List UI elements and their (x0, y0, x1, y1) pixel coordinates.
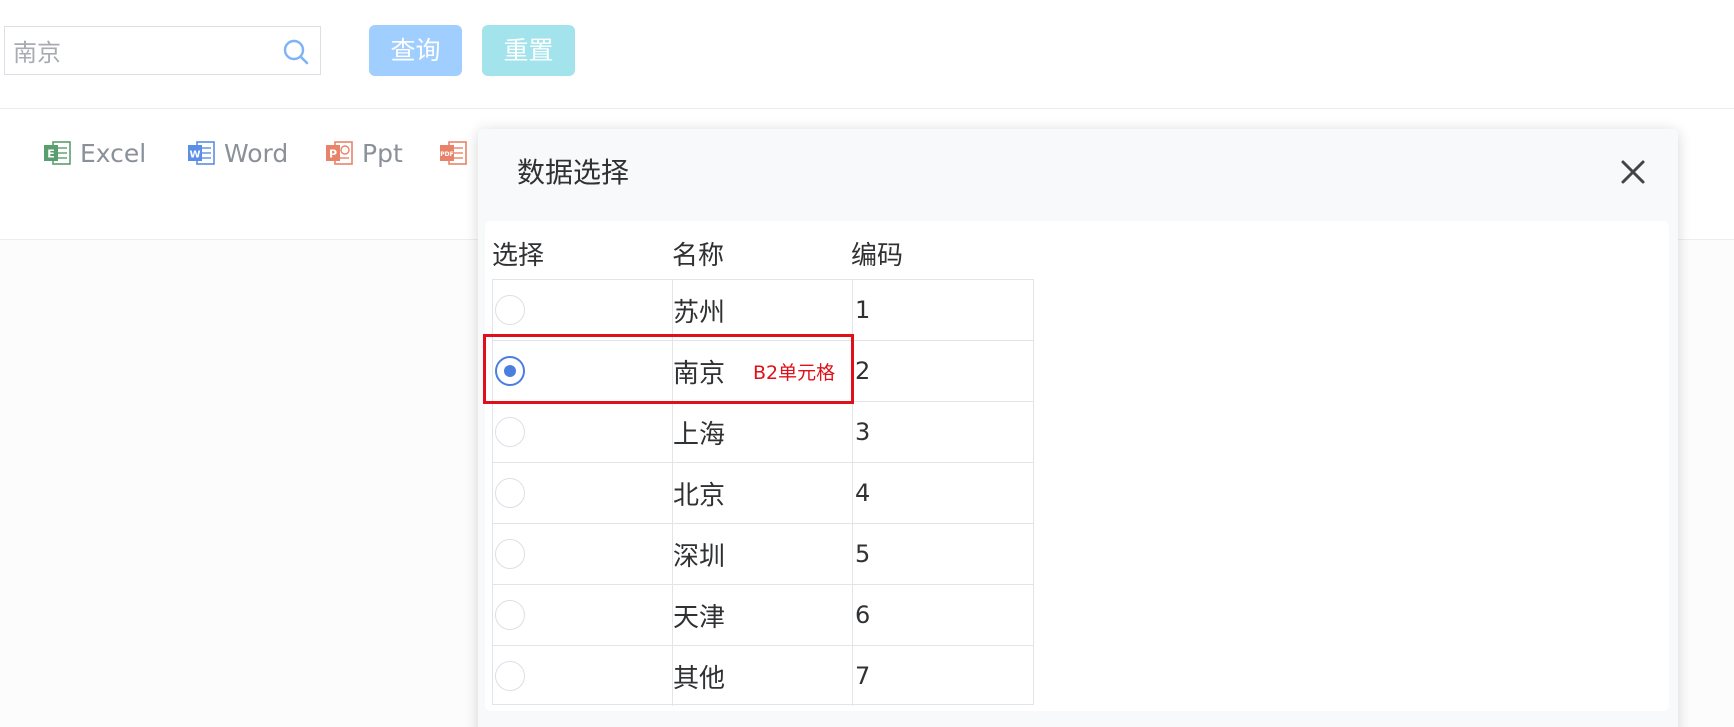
data-select-dialog: 数据选择 选择 名称 编码 苏州 1 南京 B2单元格 2 上海 3 北京 4 … (478, 129, 1678, 727)
ppt-icon: P (326, 141, 353, 165)
export-ppt-button[interactable]: P Ppt (324, 133, 403, 173)
row-radio[interactable] (495, 539, 525, 569)
table-row[interactable]: 深圳 5 (493, 524, 1033, 585)
excel-icon: E (44, 141, 71, 165)
word-icon: W (188, 141, 215, 165)
table-row[interactable]: 其他 7 (493, 646, 1033, 707)
table-row[interactable]: 南京 B2单元格 2 (493, 341, 1033, 402)
dialog-title: 数据选择 (517, 156, 630, 189)
export-word-button[interactable]: W Word (186, 133, 288, 173)
code-cell: 4 (855, 479, 871, 507)
code-cell: 3 (855, 418, 871, 446)
select-cell (493, 463, 673, 523)
code-cell: 5 (855, 540, 871, 568)
select-cell (493, 524, 673, 584)
pdf-icon: PDF (440, 141, 467, 165)
name-cell: 北京 (673, 463, 853, 523)
svg-text:W: W (189, 150, 200, 161)
cell-annotation: B2单元格 (753, 361, 836, 384)
select-cell (493, 280, 673, 340)
reset-button[interactable]: 重置 (482, 25, 575, 76)
column-header-name: 名称 (672, 241, 725, 271)
export-excel-button[interactable]: E Excel (42, 133, 146, 173)
table-row[interactable]: 北京 4 (493, 463, 1033, 524)
select-cell (493, 646, 673, 706)
export-ppt-label: Ppt (362, 138, 403, 168)
row-radio[interactable] (495, 600, 525, 630)
table-row[interactable]: 苏州 1 (493, 280, 1033, 341)
row-radio[interactable] (495, 417, 525, 447)
column-header-select: 选择 (492, 241, 545, 271)
search-box[interactable] (4, 26, 321, 75)
name-cell: 苏州 (673, 280, 853, 340)
code-cell: 7 (855, 662, 871, 690)
export-word-label: Word (224, 138, 289, 168)
row-radio[interactable] (495, 356, 525, 386)
code-cell: 2 (855, 357, 871, 385)
export-excel-label: Excel (80, 138, 147, 168)
search-bar: 查询 重置 (0, 0, 1734, 109)
row-radio[interactable] (495, 295, 525, 325)
query-button[interactable]: 查询 (369, 25, 462, 76)
data-table: 苏州 1 南京 B2单元格 2 上海 3 北京 4 深圳 5 天津 6 其他 7 (492, 279, 1034, 707)
name-cell: 深圳 (673, 524, 853, 584)
svg-text:PDF: PDF (440, 151, 453, 158)
code-cell: 1 (855, 296, 871, 324)
close-icon[interactable] (1616, 155, 1650, 189)
code-cell: 6 (855, 601, 871, 629)
row-radio[interactable] (495, 661, 525, 691)
column-header-code: 编码 (851, 241, 904, 271)
search-icon[interactable] (281, 37, 311, 67)
export-pdf-button[interactable]: PDF (438, 133, 476, 173)
name-cell: 天津 (673, 585, 853, 645)
row-radio[interactable] (495, 478, 525, 508)
name-cell: 其他 (673, 646, 853, 706)
select-cell (493, 585, 673, 645)
dialog-body: 选择 名称 编码 苏州 1 南京 B2单元格 2 上海 3 北京 4 深圳 5 … (483, 221, 1669, 711)
select-cell (493, 341, 673, 401)
search-input[interactable] (13, 27, 273, 74)
name-cell: 上海 (673, 402, 853, 462)
table-row[interactable]: 天津 6 (493, 585, 1033, 646)
table-row[interactable]: 上海 3 (493, 402, 1033, 463)
svg-text:P: P (329, 148, 337, 161)
svg-text:E: E (47, 148, 55, 161)
select-cell (493, 402, 673, 462)
